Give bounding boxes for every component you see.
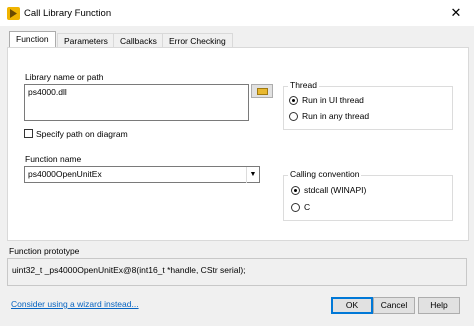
tab-parameters[interactable]: Parameters [57,33,115,48]
specify-path-label: Specify path on diagram [36,129,128,139]
function-prototype-box: uint32_t _ps4000OpenUnitEx@8(int16_t *ha… [7,258,467,286]
library-path-label: Library name or path [25,72,104,82]
run-ui-thread-radio[interactable] [289,96,298,105]
c-convention-radio[interactable] [291,203,300,212]
window-title: Call Library Function [24,8,112,19]
run-any-thread-label: Run in any thread [302,111,370,121]
close-button[interactable]: ✕ [438,0,474,26]
chevron-down-icon[interactable]: ▼ [246,167,259,183]
cancel-button[interactable]: Cancel [373,297,415,314]
thread-group-title: Thread [288,80,319,90]
specify-path-checkbox[interactable] [24,129,33,138]
app-icon [7,7,20,20]
run-ui-thread-label: Run in UI thread [302,95,364,105]
browse-button[interactable] [251,84,273,98]
tab-error-checking[interactable]: Error Checking [162,33,233,48]
function-name-label: Function name [25,154,82,164]
title-bar: Call Library Function ✕ [0,0,474,26]
function-name-value: ps4000OpenUnitEx [28,169,102,179]
library-path-input[interactable]: ps4000.dll [24,84,249,121]
run-any-thread-radio[interactable] [289,112,298,121]
stdcall-label: stdcall (WINAPI) [304,185,367,195]
wizard-link[interactable]: Consider using a wizard instead... [11,299,139,309]
tab-function[interactable]: Function [9,31,56,48]
thread-group [283,86,453,130]
c-convention-label: C [304,202,311,212]
stdcall-radio[interactable] [291,186,300,195]
calling-convention-title: Calling convention [288,169,362,179]
ok-button[interactable]: OK [331,297,373,314]
calling-convention-group [283,175,453,221]
help-button[interactable]: Help [418,297,460,314]
function-prototype-label: Function prototype [9,246,80,256]
tab-callbacks[interactable]: Callbacks [113,33,164,48]
folder-icon [257,88,268,95]
function-name-dropdown[interactable]: ps4000OpenUnitEx ▼ [24,166,260,183]
